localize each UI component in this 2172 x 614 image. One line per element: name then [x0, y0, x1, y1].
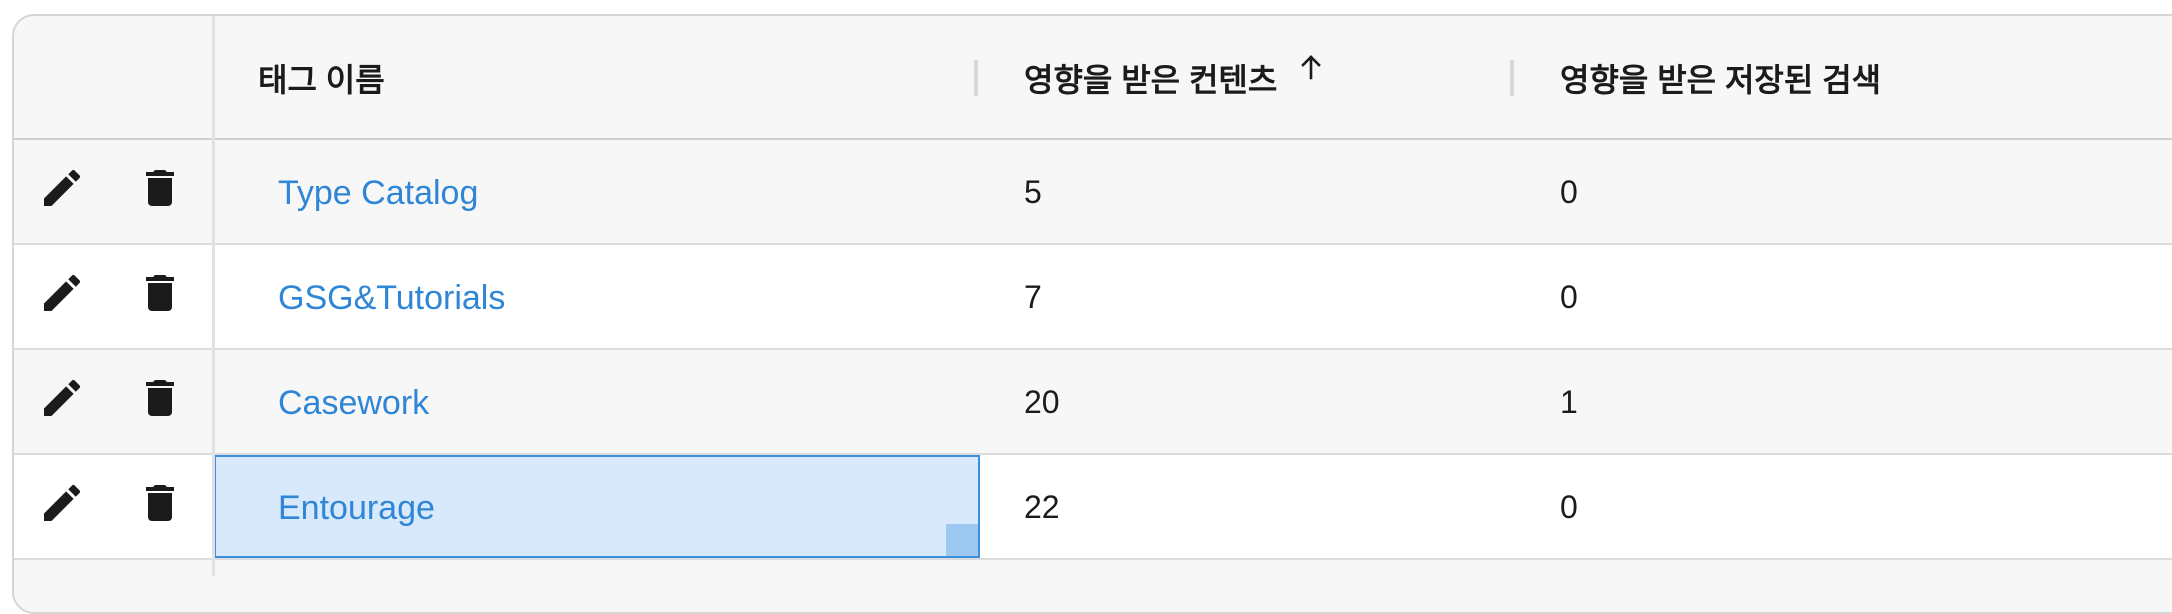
pencil-icon	[44, 169, 81, 206]
affected-saved-searches-cell: 0	[1560, 489, 1578, 525]
column-header-tag-name-label: 태그 이름	[258, 62, 385, 98]
affected-content-cell: 5	[1024, 174, 1042, 210]
tags-grid: 태그 이름 영향을 받은 컨텐츠 영향을 받은 저장된 검색 Type Cata…	[12, 14, 2172, 614]
edit-button[interactable]	[34, 370, 90, 426]
trash-icon	[146, 485, 174, 521]
affected-content-cell: 20	[1024, 384, 1060, 420]
affected-saved-searches-cell: 1	[1560, 384, 1578, 420]
column-header-affected-content[interactable]: 영향을 받은 컨텐츠	[1024, 16, 1323, 140]
column-header-affected-content-label: 영향을 받은 컨텐츠	[1024, 62, 1278, 98]
pencil-icon	[44, 274, 81, 311]
action-column-divider	[212, 16, 215, 576]
delete-button[interactable]	[132, 160, 188, 216]
pencil-icon	[44, 484, 81, 521]
trash-icon	[146, 275, 174, 311]
column-resizer-tag-name[interactable]	[974, 60, 978, 96]
table-row: GSG&Tutorials 7 0	[14, 245, 2172, 350]
edit-button[interactable]	[34, 160, 90, 216]
edit-button[interactable]	[34, 265, 90, 321]
column-resizer-affected-content[interactable]	[1510, 60, 1514, 96]
column-header-affected-saved-searches-label: 영향을 받은 저장된 검색	[1560, 62, 1882, 98]
trash-icon	[146, 170, 174, 206]
table-row: Type Catalog 5 0	[14, 140, 2172, 245]
arrow-up-icon[interactable]	[1299, 54, 1323, 80]
affected-saved-searches-cell: 0	[1560, 174, 1578, 210]
grid-header: 태그 이름 영향을 받은 컨텐츠 영향을 받은 저장된 검색	[14, 16, 2172, 140]
delete-button[interactable]	[132, 475, 188, 531]
trash-icon	[146, 380, 174, 416]
tag-name-link[interactable]: Type Catalog	[278, 174, 478, 213]
table-row: Entourage 22 0	[14, 455, 2172, 560]
table-row: Casework 20 1	[14, 350, 2172, 455]
affected-content-cell: 22	[1024, 489, 1060, 525]
tag-name-link[interactable]: Casework	[278, 384, 429, 423]
fill-handle[interactable]	[946, 524, 978, 556]
tag-name-link[interactable]: GSG&Tutorials	[278, 279, 505, 318]
edit-button[interactable]	[34, 475, 90, 531]
affected-content-cell: 7	[1024, 279, 1042, 315]
delete-button[interactable]	[132, 370, 188, 426]
column-header-tag-name[interactable]: 태그 이름	[258, 16, 385, 140]
delete-button[interactable]	[132, 265, 188, 321]
column-header-affected-saved-searches[interactable]: 영향을 받은 저장된 검색	[1560, 16, 1881, 140]
pencil-icon	[44, 379, 81, 416]
affected-saved-searches-cell: 0	[1560, 279, 1578, 315]
tag-name-link[interactable]: Entourage	[278, 489, 435, 528]
